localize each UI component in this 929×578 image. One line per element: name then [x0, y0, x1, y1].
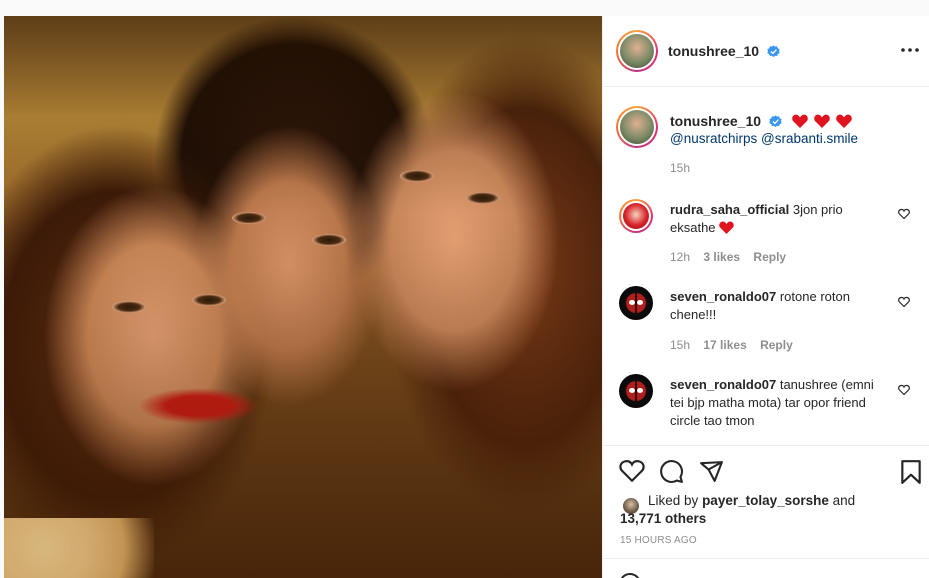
author-username-text[interactable]: tonushree_10	[668, 43, 759, 59]
photo-detail	[232, 212, 266, 224]
commenter-avatar[interactable]	[619, 199, 653, 233]
reply-button[interactable]: Reply	[760, 338, 793, 352]
red-heart-emoji	[792, 114, 808, 128]
caption-emojis	[792, 114, 854, 131]
liked-by-label: Liked by	[648, 493, 699, 508]
comment-text: seven_ronaldo07 tanushree (emni tei bjp …	[670, 376, 890, 430]
mention-link[interactable]: @nusratchirps	[670, 131, 757, 146]
caption-avatar[interactable]	[616, 106, 658, 148]
post-side-panel: tonushree_10 tonushree_10 @nusratchirps …	[602, 16, 929, 578]
red-heart-emoji	[835, 114, 852, 128]
photo-detail	[112, 301, 146, 313]
photo-detail	[466, 192, 500, 204]
photo-detail	[4, 518, 154, 578]
comment-meta: 15h 17 likes Reply	[670, 338, 803, 352]
caption-time[interactable]: 15h	[670, 161, 690, 175]
heart-icon[interactable]	[619, 459, 645, 483]
comment-time[interactable]: 12h	[670, 250, 690, 264]
reply-button[interactable]: Reply	[753, 250, 786, 264]
action-bar	[603, 447, 929, 489]
add-comment-bar	[603, 558, 929, 578]
post-timestamp[interactable]: 15 HOURS AGO	[620, 535, 697, 546]
likes-summary: Liked by payer_tolay_sorshe and 13,771 o…	[603, 490, 929, 530]
commenter-avatar[interactable]	[619, 374, 653, 408]
heart-icon[interactable]	[898, 208, 910, 220]
author-username[interactable]: tonushree_10	[668, 43, 780, 59]
caption-header: tonushree_10	[670, 113, 854, 131]
photo-detail	[192, 294, 226, 306]
caption-username[interactable]: tonushree_10	[670, 113, 761, 129]
top-strip	[0, 0, 929, 16]
post-photo[interactable]	[4, 16, 602, 578]
comment-likes[interactable]: 17 likes	[703, 338, 746, 352]
verified-badge-icon	[769, 115, 782, 128]
comment-icon[interactable]	[659, 459, 684, 484]
red-heart-emoji	[813, 114, 830, 128]
photo-detail	[400, 170, 434, 182]
share-icon[interactable]	[699, 459, 724, 484]
comment-likes[interactable]: 3 likes	[703, 250, 740, 264]
red-heart-emoji	[719, 221, 734, 234]
comments-section: tonushree_10 @nusratchirps @srabanti.smi…	[603, 88, 929, 446]
mention-link[interactable]: @srabanti.smile	[761, 131, 858, 146]
photo-shade	[4, 16, 602, 578]
commenter-username[interactable]: rudra_saha_official	[670, 202, 789, 217]
commenter-username[interactable]: seven_ronaldo07	[670, 289, 776, 304]
commenter-avatar[interactable]	[619, 286, 653, 320]
comment-text: seven_ronaldo07 rotone roton chene!!!	[670, 288, 890, 324]
heart-icon[interactable]	[898, 384, 910, 396]
liked-by-others[interactable]: 13,771 others	[620, 511, 706, 526]
heart-icon[interactable]	[898, 296, 910, 308]
liked-by-line: Liked by payer_tolay_sorshe and	[648, 493, 855, 508]
emoji-icon[interactable]	[619, 573, 641, 578]
and-label: and	[832, 493, 856, 508]
more-options-icon[interactable]	[900, 42, 920, 58]
caption-mentions: @nusratchirps @srabanti.smile	[670, 131, 858, 146]
author-avatar[interactable]	[616, 30, 658, 72]
comment-time[interactable]: 15h	[670, 338, 690, 352]
save-icon[interactable]	[900, 459, 922, 485]
comment-text: rudra_saha_official 3jon prio eksathe	[670, 201, 890, 237]
liker-username[interactable]: payer_tolay_sorshe	[702, 493, 829, 508]
verified-badge-icon	[767, 45, 780, 58]
photo-detail	[312, 234, 346, 246]
comment-meta: 12h 3 likes Reply	[670, 250, 796, 264]
post-header: tonushree_10	[603, 16, 929, 87]
commenter-username[interactable]: seven_ronaldo07	[670, 377, 776, 392]
